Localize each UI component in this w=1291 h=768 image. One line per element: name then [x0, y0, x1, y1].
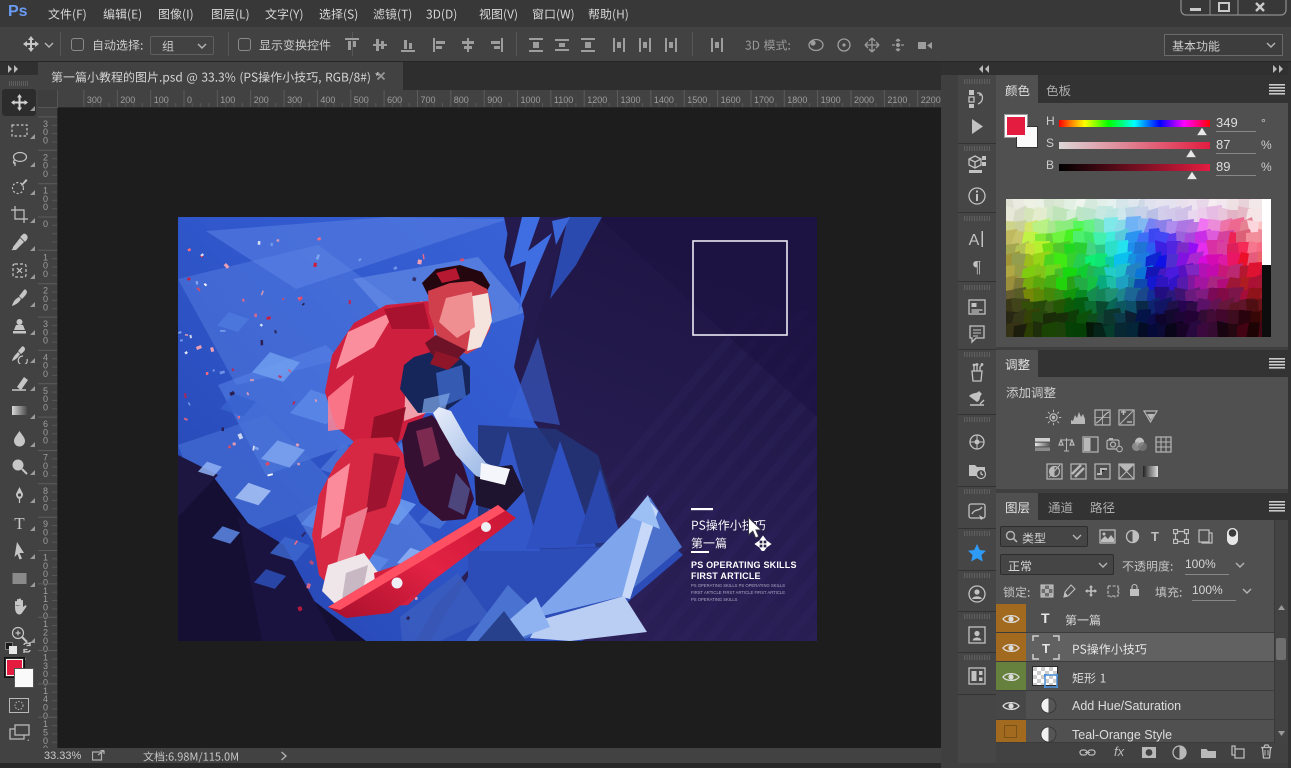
svg-text:700: 700 [421, 95, 436, 105]
svg-text:800: 800 [454, 95, 469, 105]
svg-text:900: 900 [487, 95, 502, 105]
svg-text:1900: 1900 [821, 95, 841, 105]
svg-text:100: 100 [154, 95, 169, 105]
svg-text:0: 0 [43, 369, 48, 379]
svg-text:0: 0 [187, 95, 192, 105]
svg-text:200: 200 [120, 95, 135, 105]
svg-text:T: T [1042, 641, 1050, 656]
svg-text:1100: 1100 [554, 95, 573, 105]
svg-text:0: 0 [43, 336, 48, 346]
svg-text:1800: 1800 [787, 95, 807, 105]
svg-text:0: 0 [43, 469, 48, 479]
svg-text:2000: 2000 [854, 95, 874, 105]
svg-text:0: 0 [43, 169, 48, 179]
svg-text:0: 0 [43, 269, 48, 279]
svg-text:1000: 1000 [521, 95, 541, 105]
svg-text:2200: 2200 [921, 95, 941, 105]
svg-text:2100: 2100 [887, 95, 907, 105]
svg-text:600: 600 [387, 95, 402, 105]
svg-text:1500: 1500 [687, 95, 707, 105]
svg-text:1200: 1200 [587, 95, 607, 105]
svg-text:0: 0 [43, 436, 48, 446]
svg-text:400: 400 [320, 95, 335, 105]
svg-text:0: 0 [43, 219, 48, 229]
svg-text:0: 0 [43, 402, 48, 412]
svg-text:300: 300 [87, 95, 102, 105]
svg-text:0: 0 [43, 302, 48, 312]
svg-text:1600: 1600 [721, 95, 741, 105]
svg-text:200: 200 [254, 95, 269, 105]
svg-text:0: 0 [43, 502, 48, 512]
svg-text:1400: 1400 [654, 95, 674, 105]
svg-text:0: 0 [43, 136, 48, 146]
svg-text:T: T [14, 514, 25, 532]
svg-text:0: 0 [43, 536, 48, 546]
svg-text:¶: ¶ [973, 257, 981, 276]
svg-text:1700: 1700 [754, 95, 774, 105]
svg-text:1300: 1300 [621, 95, 641, 105]
svg-text:300: 300 [287, 95, 302, 105]
svg-text:100: 100 [220, 95, 235, 105]
svg-text:0: 0 [43, 202, 48, 212]
svg-text:500: 500 [354, 95, 369, 105]
svg-text:A: A [969, 232, 980, 249]
